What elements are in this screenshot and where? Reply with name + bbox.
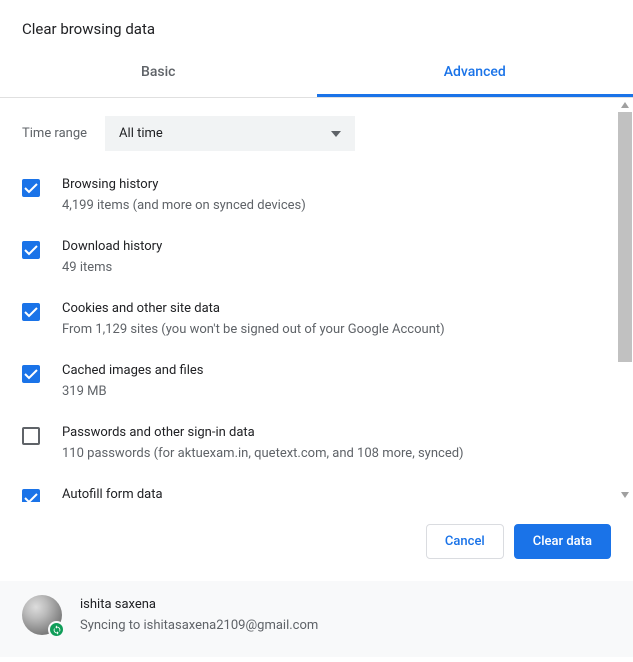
time-range-row: Time range All time: [22, 116, 611, 151]
item-title: Cached images and files: [62, 363, 611, 378]
scroll-down-icon[interactable]: [617, 490, 633, 500]
checkbox[interactable]: [22, 241, 40, 259]
sync-icon: [48, 621, 65, 638]
item-subtext: 319 MB: [62, 384, 611, 399]
item-text: Autofill form data: [62, 487, 611, 502]
item-subtext: 4,199 items (and more on synced devices): [62, 198, 611, 213]
scrollbar[interactable]: [617, 112, 633, 488]
item-subtext: From 1,129 sites (you won't be signed ou…: [62, 322, 611, 337]
content-area: Time range All time Browsing history 4,19…: [0, 98, 633, 502]
avatar-wrap: [22, 595, 62, 635]
checkbox[interactable]: [22, 489, 40, 502]
dialog-title: Clear browsing data: [0, 0, 633, 50]
item-text: Download history 49 items: [62, 239, 611, 275]
account-name: ishita saxena: [80, 597, 318, 612]
tabs: Basic Advanced: [0, 50, 633, 98]
time-range-dropdown[interactable]: All time: [105, 116, 355, 151]
checkbox[interactable]: [22, 365, 40, 383]
account-status: Syncing to ishitasaxena2109@gmail.com: [80, 618, 318, 633]
item-text: Cookies and other site data From 1,129 si…: [62, 301, 611, 337]
checkbox[interactable]: [22, 427, 40, 445]
data-type-row: Autofill form data: [22, 487, 611, 502]
cancel-button[interactable]: Cancel: [426, 524, 504, 559]
time-range-label: Time range: [22, 126, 87, 141]
item-title: Cookies and other site data: [62, 301, 611, 316]
footer: Cancel Clear data: [0, 502, 633, 581]
data-type-row: Browsing history 4,199 items (and more on…: [22, 177, 611, 213]
tab-basic[interactable]: Basic: [0, 50, 317, 97]
data-type-row: Cookies and other site data From 1,129 si…: [22, 301, 611, 337]
account-text: ishita saxena Syncing to ishitasaxena210…: [80, 597, 318, 633]
scrollbar-thumb[interactable]: [618, 112, 632, 362]
checkbox[interactable]: [22, 303, 40, 321]
data-type-row: Passwords and other sign-in data 110 pass…: [22, 425, 611, 461]
tab-advanced[interactable]: Advanced: [317, 50, 633, 97]
chevron-down-icon: [331, 126, 341, 141]
scroll-up-icon[interactable]: [617, 100, 633, 110]
item-text: Browsing history 4,199 items (and more on…: [62, 177, 611, 213]
item-text: Passwords and other sign-in data 110 pass…: [62, 425, 611, 461]
item-subtext: 110 passwords (for aktuexam.in, quetext.…: [62, 446, 611, 461]
account-row: ishita saxena Syncing to ishitasaxena210…: [0, 581, 633, 657]
item-text: Cached images and files 319 MB: [62, 363, 611, 399]
data-type-row: Download history 49 items: [22, 239, 611, 275]
item-title: Autofill form data: [62, 487, 611, 502]
item-subtext: 49 items: [62, 260, 611, 275]
item-title: Browsing history: [62, 177, 611, 192]
item-title: Passwords and other sign-in data: [62, 425, 611, 440]
checkbox[interactable]: [22, 179, 40, 197]
time-range-value: All time: [119, 126, 163, 141]
clear-data-button[interactable]: Clear data: [514, 524, 611, 559]
data-type-row: Cached images and files 319 MB: [22, 363, 611, 399]
item-title: Download history: [62, 239, 611, 254]
